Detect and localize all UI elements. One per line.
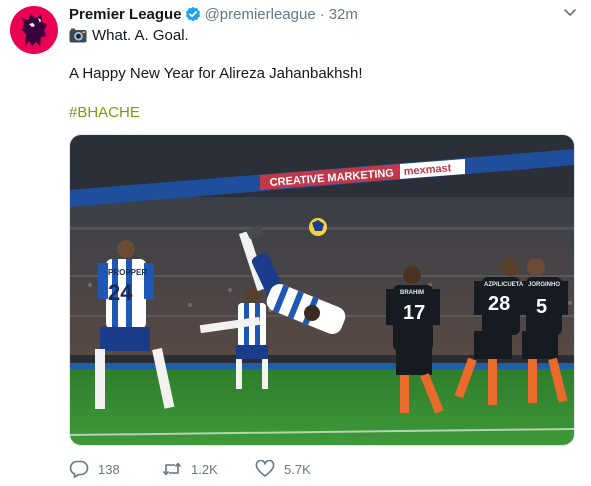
tweet-text: What. A. Goal. (92, 26, 189, 44)
premier-league-lion-logo (22, 14, 47, 46)
player-name: JORGINHO (528, 282, 560, 288)
tweet-timestamp[interactable]: 32m (329, 6, 358, 23)
tweet: Premier League @premierleague · 32m What… (0, 0, 591, 486)
reply-icon (69, 460, 89, 478)
player-number: 5 (536, 296, 547, 318)
reply-count: 138 (98, 461, 120, 477)
tweet-actions: 138 1.2K 5.7K (69, 458, 311, 480)
account-handle[interactable]: @premierleague (205, 6, 316, 23)
retweet-icon (162, 462, 182, 476)
player-name: BRAHIM (400, 290, 424, 296)
tweet-photo[interactable]: CREATIVE MARKETING mexmast PROPPER 24 BR… (69, 134, 575, 446)
tweet-header: Premier League @premierleague · 32m (69, 4, 561, 24)
tweet-text-line2: A Happy New Year for Alireza Jahanbakhsh… (69, 65, 363, 82)
retweet-count: 1.2K (191, 461, 218, 477)
player-name: PROPPER (108, 268, 147, 277)
heart-icon (255, 460, 275, 477)
account-name[interactable]: Premier League (69, 6, 182, 23)
reply-button[interactable]: 138 (69, 460, 162, 478)
player-number: 28 (488, 293, 510, 315)
camera-icon (69, 28, 87, 42)
player-number: 24 (108, 280, 133, 305)
chevron-down-icon[interactable] (563, 8, 577, 18)
player-number: 17 (403, 302, 425, 324)
avatar[interactable] (10, 6, 58, 54)
like-button[interactable]: 5.7K (255, 460, 311, 478)
verified-badge-icon (185, 6, 201, 22)
tweet-text-line1: What. A. Goal. (69, 25, 189, 45)
hashtag-link[interactable]: #BHACHE (69, 104, 140, 121)
player-name: AZPILICUETA (484, 282, 524, 288)
like-count: 5.7K (284, 461, 311, 477)
header-separator: · (319, 5, 325, 23)
retweet-button[interactable]: 1.2K (162, 460, 255, 478)
